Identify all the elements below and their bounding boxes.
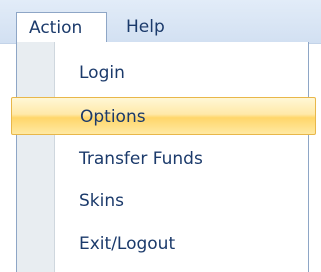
menu-item-options[interactable]: Options (11, 97, 316, 135)
action-dropdown-menu: Login Options Transfer Funds Skins Exit/… (11, 42, 316, 272)
menu-item-label: Options (80, 107, 146, 127)
menu-item-label: Transfer Funds (79, 149, 203, 169)
menu-help[interactable]: Help (126, 12, 165, 42)
menu-bar: Action Help (0, 0, 321, 44)
menu-item-exit-logout[interactable]: Exit/Logout (17, 225, 310, 263)
menu-item-skins[interactable]: Skins (17, 182, 310, 220)
menu-item-transfer-funds[interactable]: Transfer Funds (17, 140, 310, 178)
menu-item-label: Skins (79, 191, 124, 211)
menu-item-label: Exit/Logout (79, 234, 176, 254)
menu-item-label: Login (79, 63, 125, 83)
menu-action[interactable]: Action (16, 12, 107, 42)
menu-item-login[interactable]: Login (17, 54, 310, 92)
